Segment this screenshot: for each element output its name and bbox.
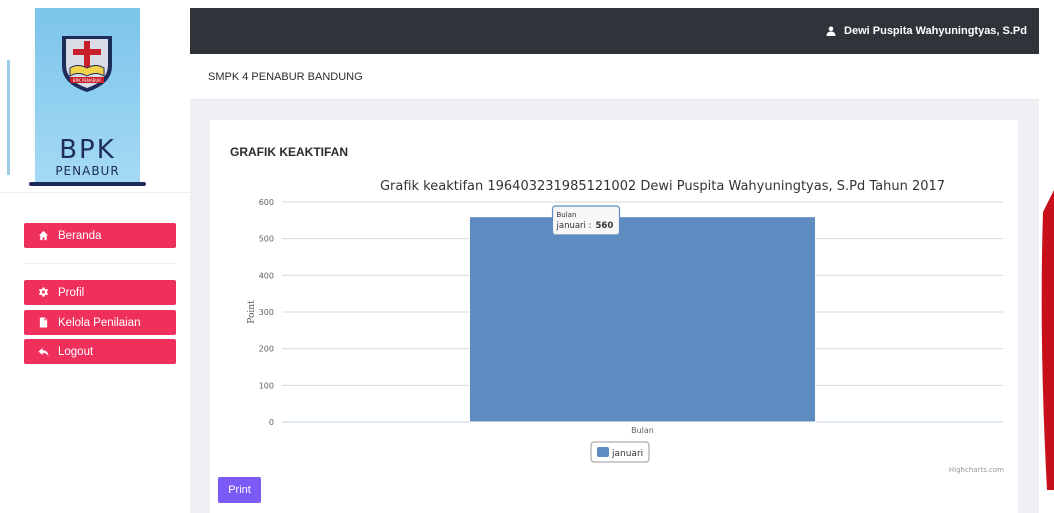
logo-seal-icon: BPK PENABUR: [62, 36, 112, 92]
sidebar-item-beranda[interactable]: Beranda: [24, 223, 176, 248]
sidebar-item-label: Logout: [58, 345, 94, 358]
x-tick-label: Bulan: [631, 426, 654, 435]
y-axis-label: Point: [247, 300, 257, 324]
sidebar-divider: [0, 192, 190, 193]
print-button[interactable]: Print: [218, 477, 261, 503]
logo-underline: [29, 182, 146, 186]
gear-icon: [36, 287, 50, 299]
top-navbar: Dewi Puspita Wahyuningtyas, S.Pd: [190, 8, 1039, 54]
user-name: Dewi Puspita Wahyuningtyas, S.Pd: [844, 25, 1027, 37]
y-tick-label: 200: [259, 345, 274, 354]
legend-item: januari: [611, 449, 643, 459]
sidebar-item-kelola-penilaian[interactable]: Kelola Penilaian: [24, 310, 176, 335]
sidebar-item-label: Kelola Penilaian: [58, 316, 141, 329]
y-tick-label: 500: [259, 235, 274, 244]
school-name: SMPK 4 PENABUR BANDUNG: [208, 71, 363, 83]
logo-subtitle: PENABUR: [55, 164, 120, 178]
activity-chart: Grafik keaktifan 196403231985121002 Dewi…: [247, 179, 1004, 474]
tooltip-header: Bulan: [557, 211, 577, 219]
legend-swatch: [597, 447, 609, 457]
sidebar-accent-bar: [7, 60, 10, 175]
tooltip-series: januari :: [556, 221, 592, 231]
sidebar-item-label: Profil: [58, 286, 85, 299]
home-icon: [36, 230, 50, 242]
y-tick-label: 0: [269, 418, 274, 427]
y-tick-label: 600: [259, 198, 274, 207]
decorative-red-shape: [1041, 190, 1054, 490]
sidebar-item-logout[interactable]: Logout: [24, 339, 176, 364]
svg-text:BPK PENABUR: BPK PENABUR: [73, 78, 101, 83]
chart-title: Grafik keaktifan 196403231985121002 Dewi…: [380, 179, 945, 194]
breadcrumb: SMPK 4 PENABUR BANDUNG: [190, 54, 1039, 100]
y-tick-label: 100: [259, 381, 274, 390]
y-tick-label: 400: [259, 271, 274, 280]
reply-icon: [36, 346, 50, 358]
sidebar: BPK PENABUR BPK PENABUR Beranda Profil K…: [0, 0, 190, 513]
sidebar-item-profil[interactable]: Profil: [24, 280, 176, 305]
chart-credits: Highcharts.com: [949, 466, 1004, 474]
document-icon: [36, 317, 50, 329]
user-icon: [826, 26, 836, 36]
tooltip-value: 560: [596, 221, 614, 231]
bar-januari: [468, 216, 817, 423]
user-menu[interactable]: Dewi Puspita Wahyuningtyas, S.Pd: [826, 8, 1027, 54]
school-logo: BPK PENABUR BPK PENABUR: [29, 8, 146, 186]
logo-title: BPK: [59, 135, 116, 165]
sidebar-divider: [24, 263, 176, 264]
chart-card: GRAFIK KEAKTIFAN Grafik keaktifan 196403…: [210, 120, 1018, 513]
sidebar-item-label: Beranda: [58, 229, 102, 242]
y-tick-label: 300: [259, 308, 274, 317]
